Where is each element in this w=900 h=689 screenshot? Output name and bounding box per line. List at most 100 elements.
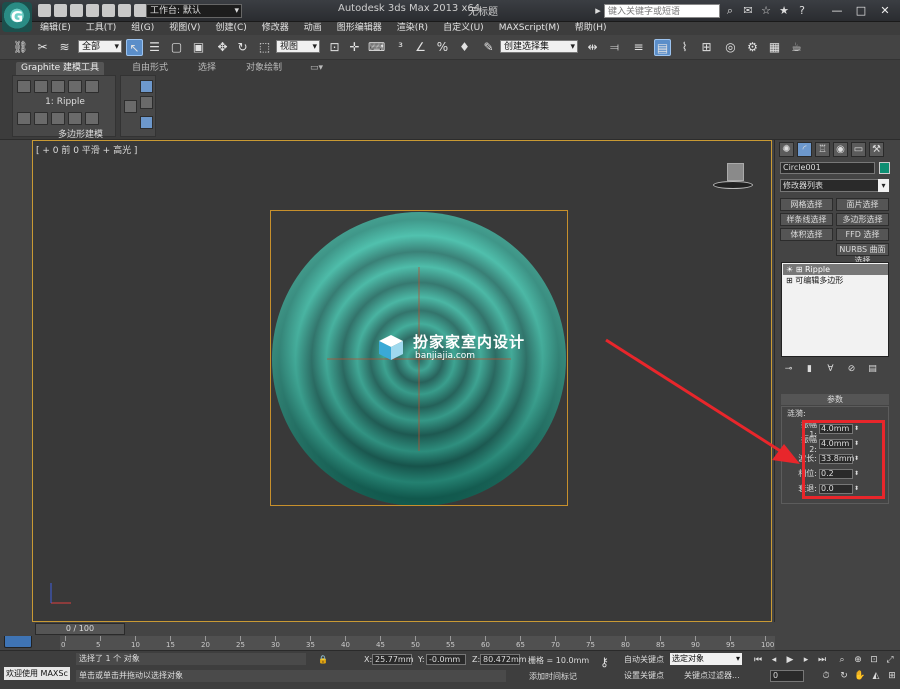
ffd-select-button[interactable]: FFD 选择: [836, 228, 889, 241]
stack-expand-icon[interactable]: ⊞: [786, 276, 795, 285]
fov-icon[interactable]: ◭: [870, 670, 882, 682]
set-key-icon[interactable]: ⚷: [600, 655, 609, 669]
search-icon[interactable]: ▸: [592, 5, 604, 17]
front-viewport[interactable]: [ + 0 前 0 平滑 + 高光 ] 扮家家室内设计 banjiajia.co…: [32, 140, 772, 622]
mesh-select-button[interactable]: 网格选择: [780, 198, 833, 211]
element-subobj-icon[interactable]: [85, 112, 99, 125]
ribbon-panel-footer[interactable]: 多边形建模: [58, 127, 103, 140]
tab-object-paint[interactable]: 对象绘制: [246, 62, 282, 75]
snaps-toggle-icon[interactable]: ³: [392, 39, 409, 56]
ignore-backfacing-icon[interactable]: [140, 96, 153, 109]
z-coord-field[interactable]: 80.472mm: [480, 654, 527, 665]
rotate-icon[interactable]: ↻: [234, 39, 251, 56]
menu-item-5[interactable]: 修改器: [262, 22, 289, 35]
hierarchy-tab-icon[interactable]: ♖: [815, 142, 830, 157]
add-time-tag[interactable]: 添加时间标记: [529, 671, 577, 682]
minimize-button[interactable]: —: [826, 3, 848, 19]
viewport-label[interactable]: [ + 0 前 0 平滑 + 高光 ]: [36, 143, 137, 156]
ribbon-options-icon[interactable]: ▭▾: [310, 62, 323, 75]
select-object-icon[interactable]: ↖: [126, 39, 143, 56]
percent-snap-icon[interactable]: %: [434, 39, 451, 56]
layer-manager-icon[interactable]: ≡: [630, 39, 647, 56]
menu-item-0[interactable]: 编辑(E): [40, 22, 71, 35]
menu-item-3[interactable]: 视图(V): [169, 22, 200, 35]
tab-selection[interactable]: 选择: [198, 62, 216, 75]
y-coord-field[interactable]: -0.0mm: [426, 654, 466, 665]
pivot-center-icon[interactable]: ⊡: [326, 39, 343, 56]
modify-tab-icon[interactable]: ◜: [797, 142, 812, 157]
select-manipulate-icon[interactable]: ✛: [346, 39, 363, 56]
cage-toggle-icon[interactable]: [140, 116, 153, 129]
menu-item-2[interactable]: 组(G): [131, 22, 154, 35]
menu-item-9[interactable]: 自定义(U): [443, 22, 484, 35]
scale-icon[interactable]: ⬚: [256, 39, 273, 56]
curve-editor-icon[interactable]: ⌇: [676, 39, 693, 56]
menu-item-11[interactable]: 帮助(H): [575, 22, 607, 35]
parameters-rollout-header[interactable]: 参数: [781, 394, 889, 405]
selection-filter-dropdown[interactable]: 全部: [78, 40, 122, 54]
poly-select-button[interactable]: 多边形选择: [836, 213, 889, 226]
modifier-list-dropdown[interactable]: 修改器列表: [780, 179, 889, 192]
select-by-name-icon[interactable]: ☰: [146, 39, 163, 56]
mirror-icon[interactable]: ⇹: [584, 39, 601, 56]
graphite-toggle-icon[interactable]: ▤: [654, 39, 671, 56]
material-editor-icon[interactable]: ◎: [722, 39, 739, 56]
app-logo-icon[interactable]: G: [2, 2, 32, 32]
auto-key-button[interactable]: 自动关键点: [624, 654, 664, 666]
menu-item-1[interactable]: 工具(T): [86, 22, 117, 35]
use-nurms-icon[interactable]: [140, 80, 153, 93]
menu-item-4[interactable]: 创建(C): [215, 22, 246, 35]
viewcube-box[interactable]: [727, 163, 744, 181]
preserve-uv-icon[interactable]: [51, 80, 65, 93]
reference-coord-dropdown[interactable]: 视图: [276, 40, 320, 54]
communication-icon[interactable]: ☆: [760, 5, 772, 17]
nurbs-select-button[interactable]: NURBS 曲面选择: [836, 243, 889, 265]
window-crossing-icon[interactable]: ▣: [190, 39, 207, 56]
object-name-field[interactable]: Circle001: [780, 162, 875, 174]
edit-named-sel-icon[interactable]: ✎: [480, 39, 497, 56]
show-end-result-icon[interactable]: [85, 80, 99, 93]
go-to-end-icon[interactable]: ⏭: [816, 654, 828, 666]
save-file-icon[interactable]: [70, 4, 83, 17]
maxscript-listener[interactable]: 欢迎使用 MAXSc: [4, 667, 70, 680]
show-end-result-toggle-icon[interactable]: ▮: [804, 364, 815, 375]
element-mode-icon[interactable]: [68, 80, 82, 93]
zoom-all-icon[interactable]: ⊕: [852, 654, 864, 666]
menu-item-8[interactable]: 渲染(R): [397, 22, 428, 35]
workspace-dropdown[interactable]: 工作台: 默认: [146, 4, 242, 18]
track-bar[interactable]: 0 5 10 15 20 25 30 35 40 45 50 55 60 65 70 75 80 85 90 95 10…: [60, 636, 775, 650]
search-input[interactable]: 键入关键字或短语: [604, 4, 720, 18]
go-to-start-icon[interactable]: ⏮: [752, 654, 764, 666]
walk-icon[interactable]: ⊞: [886, 670, 898, 682]
remove-modifier-icon[interactable]: ⊘: [846, 364, 857, 375]
favorites-icon[interactable]: ★: [778, 5, 790, 17]
new-file-icon[interactable]: [38, 4, 51, 17]
next-modifier-icon[interactable]: [34, 80, 48, 93]
stack-item-editable-poly[interactable]: ⊞ 可编辑多边形: [783, 275, 888, 286]
open-file-icon[interactable]: [54, 4, 67, 17]
zoom-icon[interactable]: ⌕: [836, 654, 848, 666]
spline-select-button[interactable]: 样条线选择: [780, 213, 833, 226]
time-slider[interactable]: 0 / 100: [35, 623, 125, 635]
align-icon[interactable]: ⫤: [606, 39, 623, 56]
vol-select-button[interactable]: 体积选择: [780, 228, 833, 241]
key-filters-button[interactable]: 关键点过滤器...: [684, 670, 740, 682]
key-selection-dropdown[interactable]: 选定对象: [670, 653, 742, 665]
tab-freeform[interactable]: 自由形式: [132, 62, 168, 75]
spinner-snap-icon[interactable]: ♦: [456, 39, 473, 56]
create-tab-icon[interactable]: ✺: [779, 142, 794, 157]
named-selection-dropdown[interactable]: 创建选择集: [500, 40, 578, 54]
render-production-icon[interactable]: ☕: [788, 39, 805, 56]
configure-sets-icon[interactable]: ▤: [867, 364, 878, 375]
make-unique-icon[interactable]: ∀: [825, 364, 836, 375]
maximize-viewport-icon[interactable]: ⤢: [884, 654, 896, 666]
time-config-icon[interactable]: ⏱: [820, 670, 832, 682]
prev-frame-icon[interactable]: ◂: [768, 654, 780, 666]
maximize-button[interactable]: □: [850, 3, 872, 19]
bind-spacewarp-icon[interactable]: ≋: [56, 39, 73, 56]
rendered-frame-icon[interactable]: ▦: [766, 39, 783, 56]
border-mode-icon[interactable]: [51, 112, 65, 125]
tab-graphite[interactable]: Graphite 建模工具: [16, 62, 105, 75]
object-color-swatch[interactable]: [879, 162, 890, 174]
schematic-view-icon[interactable]: ⊞: [698, 39, 715, 56]
